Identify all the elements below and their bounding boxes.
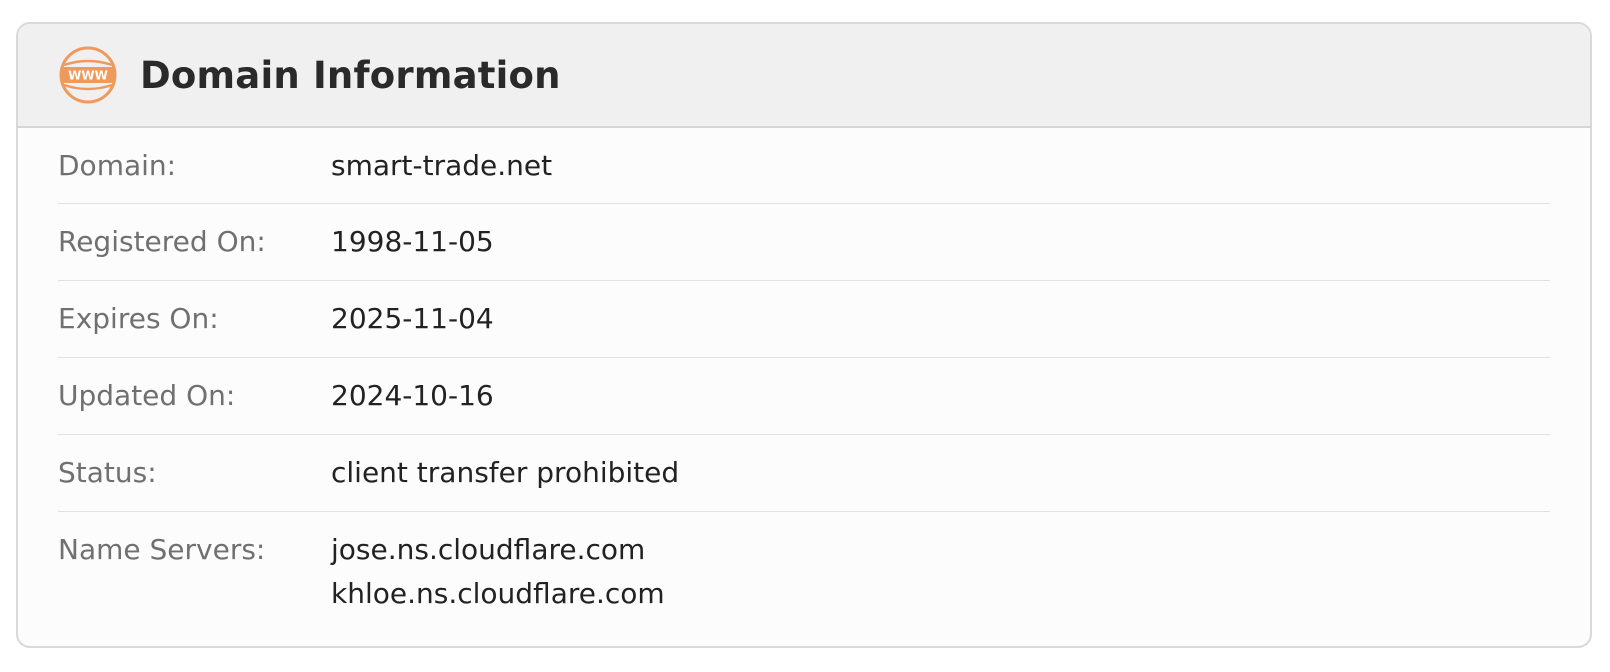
registered-on-value: 1998-11-05 xyxy=(331,225,494,258)
card-header: WWW Domain Information xyxy=(18,24,1590,128)
www-icon: WWW xyxy=(58,45,118,105)
domain-label: Domain: xyxy=(58,149,177,182)
expires-on-value: 2025-11-04 xyxy=(331,302,494,335)
status-value: client transfer prohibited xyxy=(331,456,680,489)
name-server-item: khloe.ns.cloudflare.com xyxy=(331,577,665,610)
domain-info-list: Domain: smart-trade.net Registered On: 1… xyxy=(18,128,1590,616)
expires-on-label: Expires On: xyxy=(58,302,219,335)
info-row-expires-on: Expires On: 2025-11-04 xyxy=(58,281,1550,358)
info-row-domain: Domain: smart-trade.net xyxy=(58,128,1550,204)
info-row-updated-on: Updated On: 2024-10-16 xyxy=(58,358,1550,435)
name-servers-label: Name Servers: xyxy=(58,533,266,566)
page-title: Domain Information xyxy=(140,53,561,97)
info-row-status: Status: client transfer prohibited xyxy=(58,435,1550,512)
name-servers-list: jose.ns.cloudflare.com khloe.ns.cloudfla… xyxy=(331,512,665,616)
status-label: Status: xyxy=(58,456,157,489)
svg-text:WWW: WWW xyxy=(68,69,108,83)
domain-information-card: WWW Domain Information Domain: smart-tra… xyxy=(16,22,1592,648)
info-row-registered-on: Registered On: 1998-11-05 xyxy=(58,204,1550,281)
registered-on-label: Registered On: xyxy=(58,225,266,258)
info-row-name-servers: Name Servers: jose.ns.cloudflare.com khl… xyxy=(58,512,1550,616)
domain-value: smart-trade.net xyxy=(331,149,553,182)
updated-on-value: 2024-10-16 xyxy=(331,379,494,412)
name-server-item: jose.ns.cloudflare.com xyxy=(331,533,646,566)
updated-on-label: Updated On: xyxy=(58,379,236,412)
